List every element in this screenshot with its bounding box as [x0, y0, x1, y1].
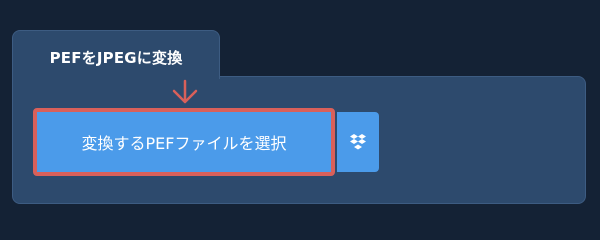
- arrow-down-icon: [172, 79, 198, 104]
- select-file-button[interactable]: 変換するPEFファイルを選択: [33, 108, 335, 176]
- tab-panel-joint: [13, 74, 217, 78]
- tab-title: PEFをJPEGに変換: [49, 49, 183, 67]
- select-file-button-label: 変換するPEFファイルを選択: [81, 134, 287, 153]
- dropbox-button[interactable]: [337, 112, 379, 172]
- converter-tab: PEFをJPEGに変換: [12, 30, 220, 79]
- dropbox-icon: [350, 134, 366, 150]
